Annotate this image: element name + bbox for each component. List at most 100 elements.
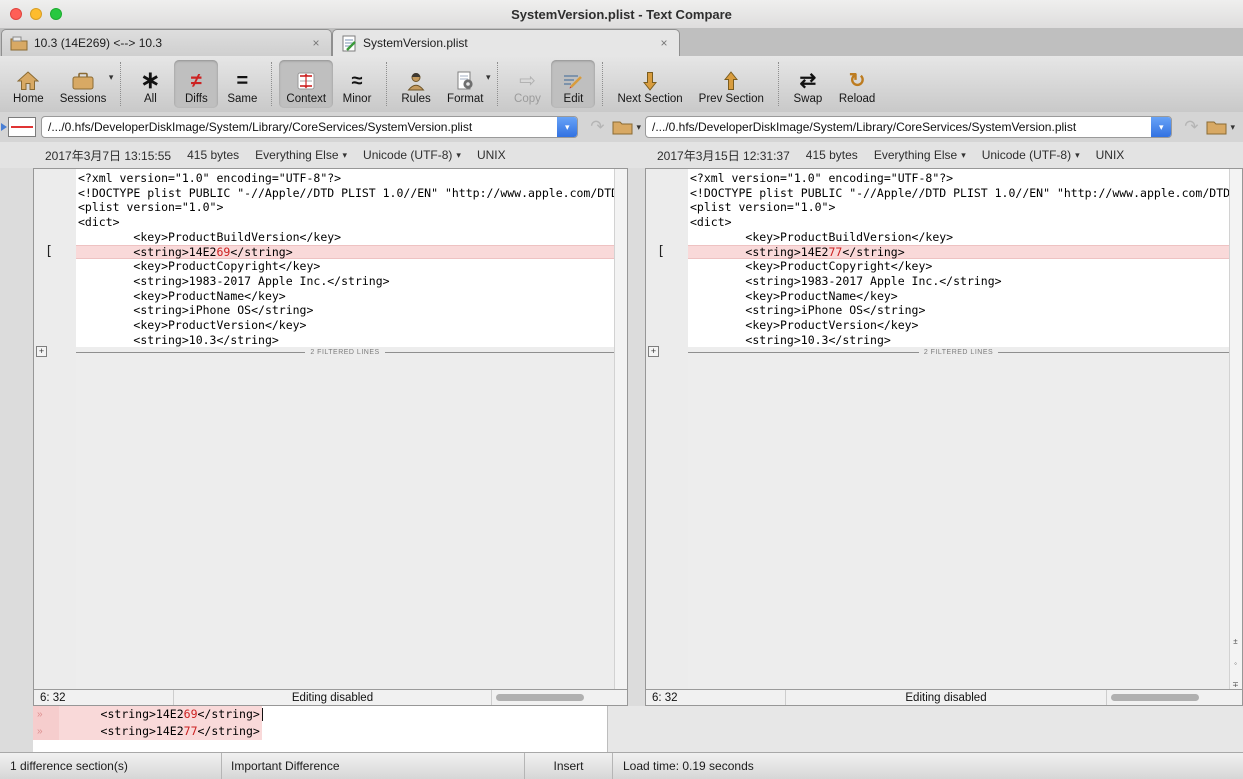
rules-button[interactable]: Rules — [394, 60, 438, 108]
code-line[interactable]: <dict> — [688, 215, 1229, 230]
right-gutter: [ + — [646, 169, 688, 689]
left-display-filter-dropdown[interactable]: Everything Else ▾ — [255, 148, 347, 162]
scrollbar-thumb[interactable] — [496, 694, 584, 701]
left-vertical-scrollbar[interactable] — [614, 169, 627, 689]
chevron-down-icon: ▾ — [564, 121, 570, 132]
code-line[interactable]: <key>ProductName</key> — [688, 289, 1229, 304]
right-path-dropdown-button[interactable]: ▾ — [1151, 117, 1172, 137]
close-window-button[interactable] — [10, 8, 22, 20]
left-edit-status: Editing disabled — [174, 690, 492, 705]
left-encoding-dropdown[interactable]: Unicode (UTF-8) ▾ — [363, 148, 461, 162]
code-line[interactable]: <dict> — [76, 215, 614, 230]
thumbnail-arrow-icon — [1, 123, 7, 131]
detail-diff-row[interactable]: » <string>14E269</string> — [33, 706, 263, 723]
left-line-ending: UNIX — [476, 148, 506, 162]
scrollbar-button-middle[interactable]: ◦ — [1230, 659, 1241, 668]
code-line[interactable]: <!DOCTYPE plist PUBLIC "-//Apple//DTD PL… — [76, 186, 614, 201]
reload-button[interactable]: ↻ Reload — [832, 60, 882, 108]
scrollbar-button-bottom[interactable]: ∓ — [1230, 680, 1241, 689]
divider-line — [688, 352, 919, 354]
format-button[interactable]: Format ▾ — [440, 60, 490, 108]
expand-filtered-lines-button[interactable]: + — [648, 346, 659, 357]
detail-rows[interactable]: » <string>14E269</string>» <string>14E27… — [33, 706, 607, 752]
left-modified-date: 2017年3月7日 13:15:55 — [45, 148, 172, 163]
code-line[interactable]: <?xml version="1.0" encoding="UTF-8"?> — [76, 171, 614, 186]
right-path-combo[interactable]: /.../0.hfs/DeveloperDiskImage/System/Lib… — [645, 116, 1173, 138]
right-encoding-dropdown[interactable]: Unicode (UTF-8) ▾ — [982, 148, 1080, 162]
changed-text: 77 — [828, 244, 843, 259]
code-line[interactable]: <!DOCTYPE plist PUBLIC "-//Apple//DTD PL… — [688, 186, 1229, 201]
format-icon — [455, 68, 475, 93]
code-line[interactable]: <?xml version="1.0" encoding="UTF-8"?> — [688, 171, 1229, 186]
left-path-dropdown-button[interactable]: ▾ — [557, 117, 578, 137]
tab-close-icon[interactable]: × — [309, 36, 323, 50]
diff-thumbnail-toggle[interactable] — [1, 117, 41, 137]
tab-folder-session[interactable]: 10.3 (14E269) <--> 10.3 × — [1, 29, 332, 56]
code-line[interactable]: <string>10.3</string> — [688, 333, 1229, 348]
copy-button[interactable]: ⇨ Copy — [505, 60, 549, 108]
code-line[interactable]: <string>10.3</string> — [76, 333, 614, 348]
detail-diff-row[interactable]: » <string>14E277</string> — [33, 723, 262, 740]
diff-line[interactable]: <string>14E277</string> — [688, 244, 1229, 260]
filtered-lines-divider[interactable]: 2 FILTERED LINES — [76, 347, 614, 359]
right-code-area[interactable]: <?xml version="1.0" encoding="UTF-8"?> <!… — [688, 169, 1229, 348]
code-line[interactable]: <key>ProductBuildVersion</key> — [76, 230, 614, 245]
left-code-area[interactable]: <?xml version="1.0" encoding="UTF-8"?> <!… — [76, 169, 614, 348]
right-open-arrow-icon[interactable]: ↷ — [1184, 117, 1198, 137]
right-horizontal-scrollbar[interactable] — [1107, 690, 1242, 705]
load-time-status: Load time: 0.19 seconds — [623, 759, 754, 773]
left-open-arrow-icon[interactable]: ↷ — [590, 117, 604, 137]
context-button[interactable]: Context — [279, 60, 334, 108]
minimize-window-button[interactable] — [30, 8, 42, 20]
next-section-button[interactable]: Next Section — [610, 60, 689, 108]
path-row: /.../0.hfs/DeveloperDiskImage/System/Lib… — [0, 112, 1243, 142]
filtered-lines-divider[interactable]: 2 FILTERED LINES — [688, 347, 1229, 359]
code-line[interactable]: <key>ProductCopyright</key> — [76, 259, 614, 274]
prev-section-button[interactable]: Prev Section — [692, 60, 771, 108]
code-line[interactable]: <key>ProductVersion</key> — [688, 318, 1229, 333]
scrollbar-button-top[interactable]: ± — [1230, 637, 1241, 646]
right-browse-button[interactable]: ▾ — [1206, 119, 1235, 135]
code-line[interactable]: <key>ProductBuildVersion</key> — [688, 230, 1229, 245]
scrollbar-thumb[interactable] — [1111, 694, 1199, 701]
diffs-button[interactable]: ≠ Diffs — [174, 60, 219, 108]
left-code-column: <?xml version="1.0" encoding="UTF-8"?> <!… — [76, 169, 614, 689]
minor-button[interactable]: ≈ Minor — [335, 60, 379, 108]
detail-row-marker: » — [33, 706, 59, 723]
right-vertical-scrollbar[interactable]: ± ◦ ∓ — [1229, 169, 1242, 689]
diff-line[interactable]: <string>14E269</string> — [76, 244, 614, 260]
importance-status: Important Difference — [222, 753, 525, 779]
code-line[interactable]: <string>1983-2017 Apple Inc.</string> — [76, 274, 614, 289]
left-path-combo[interactable]: /.../0.hfs/DeveloperDiskImage/System/Lib… — [41, 116, 579, 138]
text-compare-window: SystemVersion.plist - Text Compare 10.3 … — [0, 0, 1243, 779]
code-line[interactable]: <key>ProductName</key> — [76, 289, 614, 304]
left-horizontal-scrollbar[interactable] — [492, 690, 627, 705]
expand-filtered-lines-button[interactable]: + — [36, 346, 47, 357]
same-equals-icon: = — [236, 69, 249, 92]
right-display-filter-dropdown[interactable]: Everything Else ▾ — [874, 148, 966, 162]
code-line[interactable]: <string>iPhone OS</string> — [688, 303, 1229, 318]
zoom-window-button[interactable] — [50, 8, 62, 20]
right-code-column: <?xml version="1.0" encoding="UTF-8"?> <!… — [688, 169, 1229, 689]
tab-systemversion-plist[interactable]: SystemVersion.plist × — [332, 29, 680, 56]
same-button[interactable]: = Same — [220, 60, 264, 108]
diff-map-thumbnail[interactable] — [8, 117, 36, 137]
compare-panes: [ + <?xml version="1.0" encoding="UTF-8"… — [0, 168, 1243, 706]
code-line[interactable]: <string>1983-2017 Apple Inc.</string> — [688, 274, 1229, 289]
code-line[interactable]: <plist version="1.0"> — [688, 200, 1229, 215]
sessions-button[interactable]: Sessions ▾ — [53, 60, 114, 108]
code-line[interactable]: <key>ProductCopyright</key> — [688, 259, 1229, 274]
code-line[interactable]: <string>iPhone OS</string> — [76, 303, 614, 318]
rules-person-icon — [406, 68, 426, 93]
home-button[interactable]: Home — [6, 60, 51, 108]
code-line[interactable]: <plist version="1.0"> — [76, 200, 614, 215]
tab-close-icon[interactable]: × — [657, 36, 671, 50]
right-file-info: 2017年3月15日 12:31:37 415 bytes Everything… — [645, 142, 1243, 168]
swap-button[interactable]: ⇄ Swap — [786, 60, 830, 108]
all-button[interactable]: ∗ All — [128, 60, 172, 108]
left-pane-status: 6: 32 Editing disabled — [34, 689, 627, 705]
edit-button[interactable]: Edit — [551, 60, 596, 108]
prev-section-arrow-up-icon — [724, 68, 739, 93]
left-browse-button[interactable]: ▾ — [612, 119, 641, 135]
code-line[interactable]: <key>ProductVersion</key> — [76, 318, 614, 333]
